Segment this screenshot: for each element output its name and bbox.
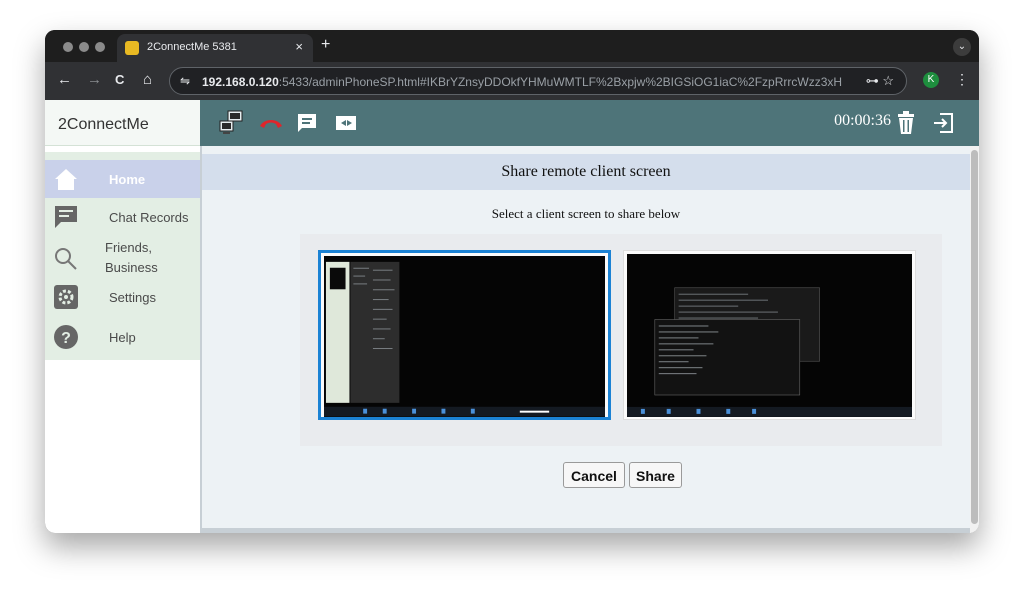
url-path: :5433/adminPhoneSP.html#IKBrYZnsyDDOkfYH… — [278, 75, 842, 89]
sidebar-item-friends-business[interactable]: Friends, Business — [45, 236, 200, 280]
url-host: 192.168.0.120 — [202, 75, 279, 89]
cancel-button[interactable]: Cancel — [563, 462, 625, 488]
sidebar-item-label: Friends, — [105, 240, 152, 255]
page-content: 2ConnectMe 00:00:36 Home Chat Records Fr… — [45, 100, 979, 533]
panel-bottom-border — [202, 528, 970, 533]
home-button[interactable]: ⌂ — [143, 71, 152, 88]
back-button[interactable]: ← — [57, 71, 72, 88]
search-icon — [55, 248, 77, 270]
app-favicon-icon — [125, 41, 139, 55]
new-tab-button[interactable]: + — [321, 36, 330, 54]
sidebar-item-label: Chat Records — [109, 210, 189, 225]
key-star-icons[interactable]: ⊶ ☆ — [866, 73, 894, 89]
trash-icon[interactable] — [896, 111, 916, 135]
home-icon — [55, 169, 77, 190]
sidebar-item-chat-records[interactable]: Chat Records — [45, 198, 200, 236]
minimize-window-dot[interactable] — [79, 42, 89, 52]
site-info-icon[interactable]: ⇋ — [180, 74, 190, 88]
panel-subtitle: Select a client screen to share below — [491, 206, 681, 221]
sidebar-item-label-line2: Business — [105, 260, 158, 275]
help-icon: ? — [54, 325, 78, 349]
sidebar: Home Chat Records Friends, Business Sett… — [45, 152, 200, 360]
sidebar-item-label: Home — [109, 172, 146, 187]
page-scrollbar[interactable] — [970, 146, 979, 533]
maximize-window-dot[interactable] — [95, 42, 105, 52]
address-bar[interactable]: ⇋ 192.168.0.120:5433/adminPhoneSP.html#I… — [169, 67, 907, 95]
tab-title: 2ConnectMe 5381 — [147, 41, 237, 53]
call-timer: 00:00:36 — [834, 112, 891, 129]
panel-title: Share remote client screen — [202, 154, 970, 190]
video-icon[interactable] — [334, 113, 358, 133]
app-brand: 2ConnectMe — [45, 100, 200, 146]
hang-up-icon[interactable] — [258, 116, 284, 130]
tab-search-chevron-icon[interactable]: ⌄ — [953, 38, 971, 56]
chat-icon — [55, 206, 77, 228]
screen-picker — [300, 234, 942, 446]
sidebar-item-label: Settings — [109, 290, 156, 305]
profile-avatar[interactable]: K — [923, 72, 939, 88]
scrollbar-thumb[interactable] — [971, 150, 978, 524]
url-text[interactable]: 192.168.0.120:5433/adminPhoneSP.html#IKB… — [202, 75, 842, 89]
share-screen-panel: Share remote client screen Select a clie… — [200, 146, 970, 533]
sidebar-item-help[interactable]: ? Help — [45, 318, 200, 356]
exit-icon[interactable] — [932, 112, 954, 134]
browser-window: 2ConnectMe 5381 × + ⌄ ← → C ⌂ ⇋ 192.168.… — [45, 30, 979, 533]
close-window-dot[interactable] — [63, 42, 73, 52]
reload-button[interactable]: C — [115, 72, 124, 87]
client-screen-2[interactable] — [623, 250, 916, 420]
sidebar-item-home[interactable]: Home — [45, 160, 200, 198]
browser-tab[interactable]: 2ConnectMe 5381 × — [117, 34, 313, 62]
tab-bar: 2ConnectMe 5381 × + ⌄ — [45, 30, 979, 62]
screen-share-icon[interactable] — [218, 110, 244, 136]
call-toolbar: 00:00:36 — [200, 100, 979, 146]
forward-button[interactable]: → — [87, 71, 102, 88]
gear-icon — [54, 285, 78, 309]
browser-toolbar: ← → C ⌂ ⇋ 192.168.0.120:5433/adminPhoneS… — [45, 62, 979, 100]
message-icon[interactable] — [296, 112, 318, 134]
share-button[interactable]: Share — [629, 462, 682, 488]
browser-menu-icon[interactable]: ⋮ — [955, 71, 969, 88]
screen-thumbnail — [324, 256, 605, 417]
client-screen-1[interactable] — [318, 250, 611, 420]
app-header: 2ConnectMe 00:00:36 — [45, 100, 979, 146]
sidebar-item-settings[interactable]: Settings — [45, 280, 200, 318]
svg-text:?: ? — [61, 330, 71, 347]
screen-thumbnail — [627, 254, 912, 417]
tab-close-icon[interactable]: × — [295, 39, 303, 54]
sidebar-item-label: Help — [109, 330, 136, 345]
